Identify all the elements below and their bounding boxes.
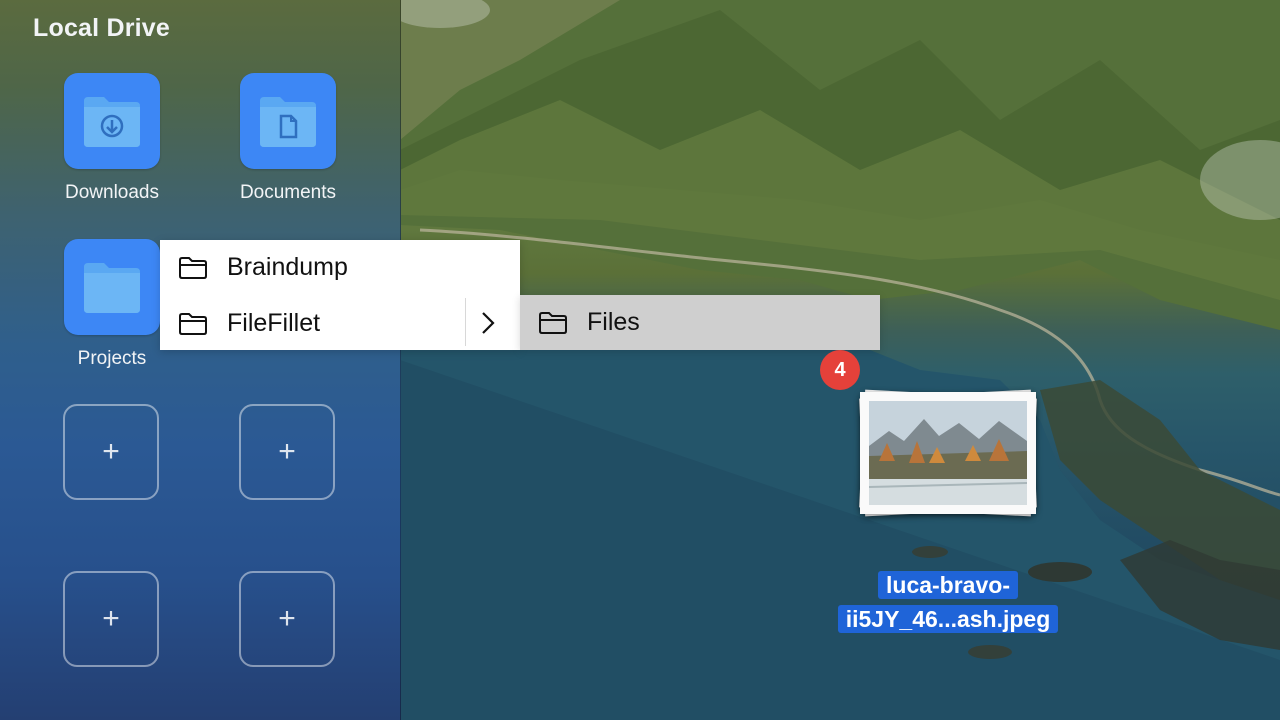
add-folder-slot-button[interactable]: + xyxy=(239,571,335,667)
projects-folder-tile[interactable] xyxy=(64,239,160,335)
menu-item-filefillet[interactable]: FileFillet xyxy=(160,296,520,351)
filefillet-submenu: Files xyxy=(520,295,880,350)
add-folder-slot-button[interactable]: + xyxy=(239,404,335,500)
chevron-right-icon[interactable] xyxy=(480,310,496,336)
menu-item-braindump[interactable]: Braindump xyxy=(160,240,520,295)
folder-outline-icon xyxy=(539,312,567,334)
local-drive-sidebar: Local Drive Downloads Documents Projects… xyxy=(0,0,401,720)
documents-label: Documents xyxy=(239,182,337,203)
folder-outline-icon xyxy=(179,257,207,279)
folder-menu: Braindump FileFillet xyxy=(160,240,520,350)
menu-item-label: Braindump xyxy=(227,253,348,281)
plus-icon: + xyxy=(278,435,296,468)
file-name-line1: luca-bravo- xyxy=(878,571,1018,599)
submenu-item-label: Files xyxy=(587,308,640,336)
submenu-item-files[interactable]: Files xyxy=(520,295,880,350)
plus-icon: + xyxy=(278,602,296,635)
file-name-line2: ii5JY_46...ash.jpeg xyxy=(837,605,1059,633)
downloads-label: Downloads xyxy=(65,182,159,203)
folder-icon xyxy=(84,263,140,313)
add-folder-slot-button[interactable]: + xyxy=(63,404,159,500)
download-folder-icon xyxy=(84,97,140,147)
document-folder-icon xyxy=(260,97,316,147)
menu-item-label: FileFillet xyxy=(227,309,321,337)
image-thumbnail xyxy=(860,392,1036,514)
dragged-file-stack[interactable] xyxy=(856,382,1046,522)
plus-icon: + xyxy=(102,602,120,635)
menu-divider xyxy=(465,298,466,346)
drag-count-badge: 4 xyxy=(820,350,860,390)
projects-label: Projects xyxy=(77,348,147,369)
dragged-file-name: luca-bravo- ii5JY_46...ash.jpeg xyxy=(828,568,1068,636)
sidebar-title: Local Drive xyxy=(33,14,170,42)
downloads-folder-tile[interactable] xyxy=(64,73,160,169)
plus-icon: + xyxy=(102,435,120,468)
add-folder-slot-button[interactable]: + xyxy=(63,571,159,667)
folder-outline-icon xyxy=(179,313,207,335)
documents-folder-tile[interactable] xyxy=(240,73,336,169)
